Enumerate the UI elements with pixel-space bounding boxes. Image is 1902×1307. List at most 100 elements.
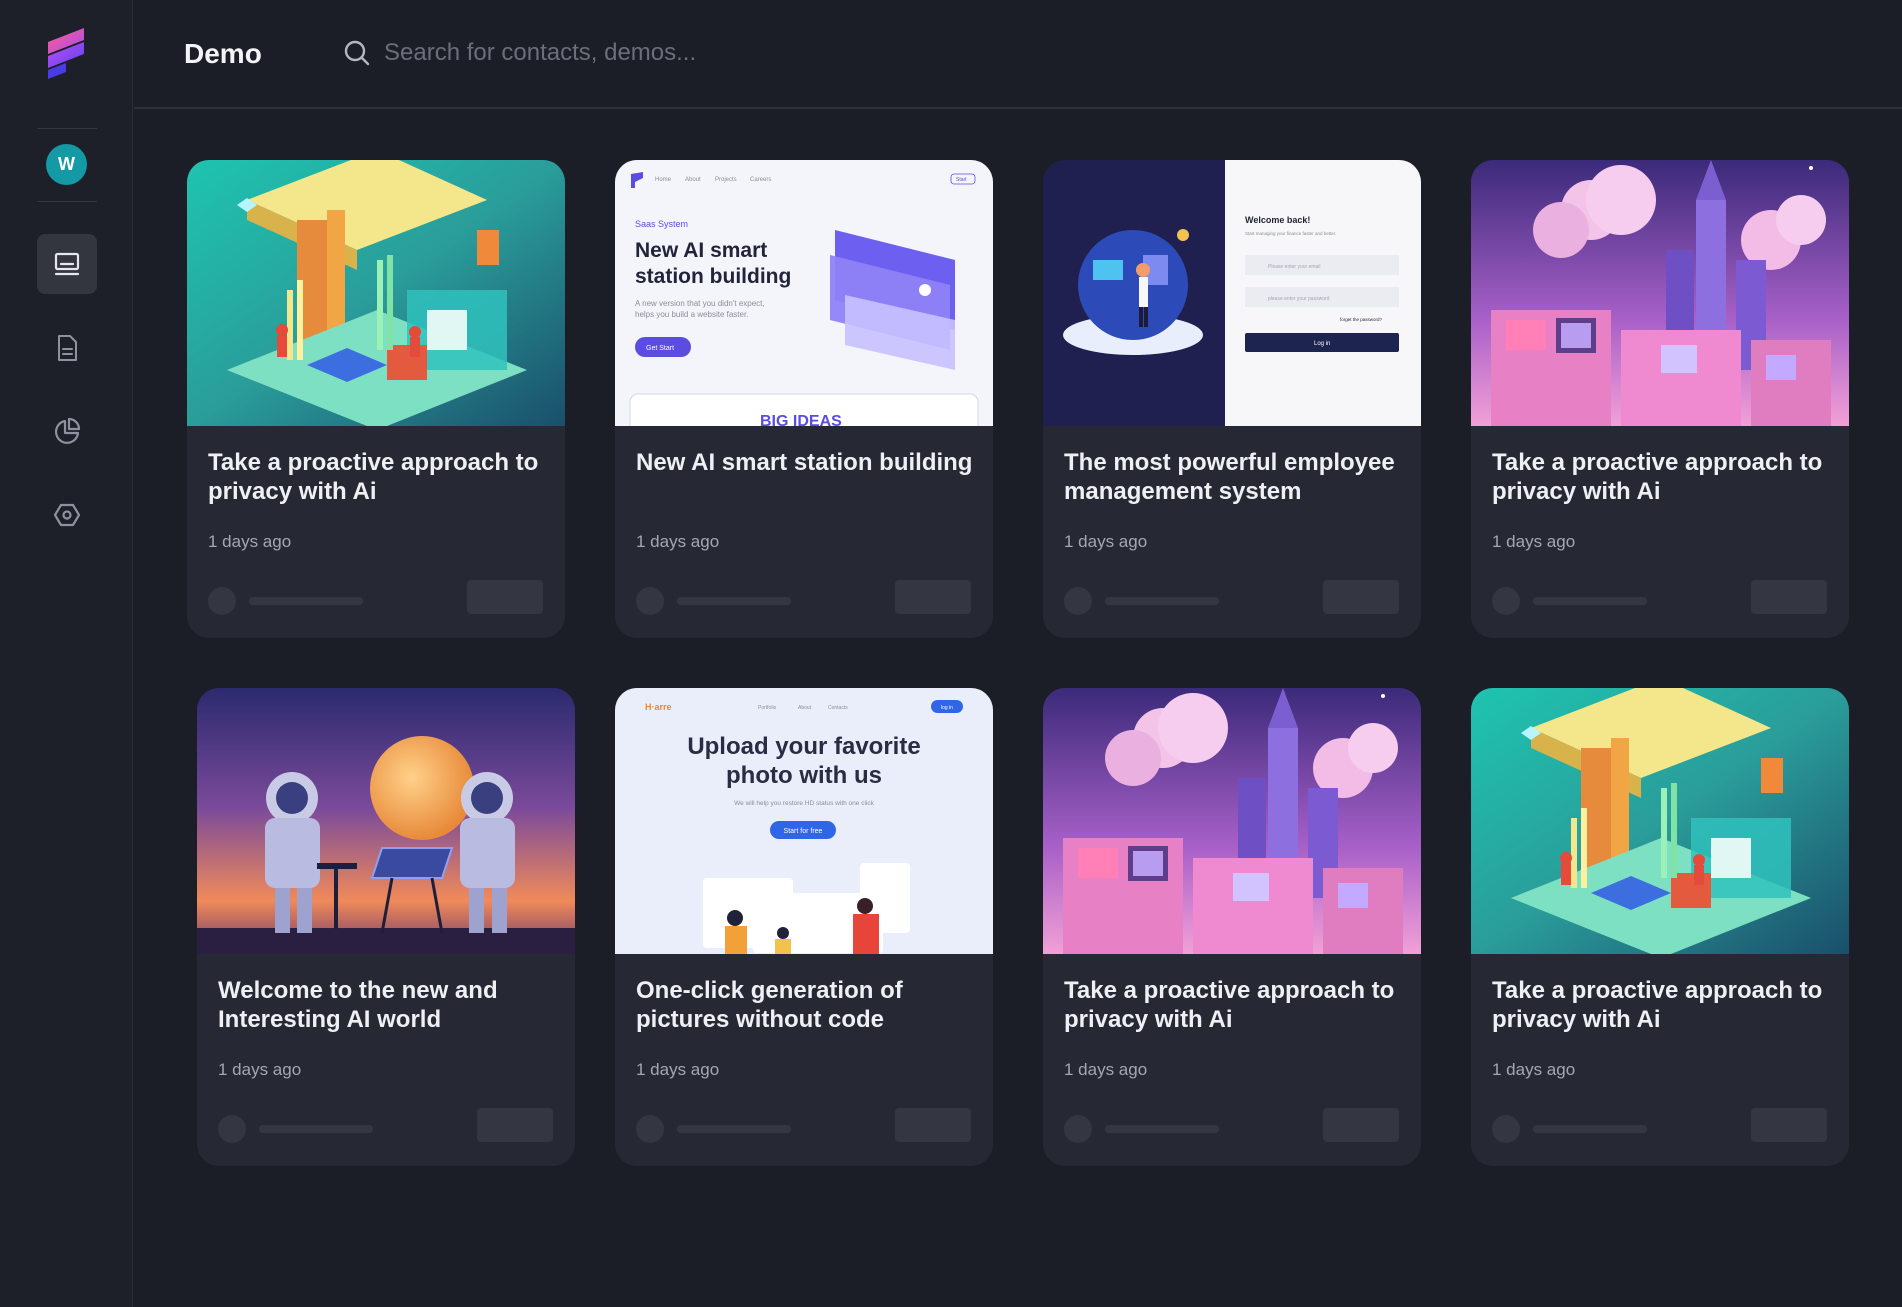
card-title: Take a proactive approach to privacy wit…: [208, 449, 539, 505]
author-name-placeholder: [677, 597, 791, 605]
thumb-sub: We will help you restore HD status with …: [734, 800, 874, 807]
thumb-login: log in: [941, 705, 953, 711]
demo-card[interactable]: Home About Projects Careers Start Saas S…: [615, 160, 993, 638]
pink-city-illustration-image: [1471, 160, 1849, 426]
thumb-nav-start: Start: [956, 177, 967, 183]
saas-landing-preview-image: Home About Projects Careers Start Saas S…: [615, 160, 993, 426]
card-thumbnail: H·arre Portfolio About Contacts log in U…: [615, 688, 993, 954]
thumb-nav-contacts: Contacts: [828, 705, 848, 711]
thumb-forgot-link: forget the password?: [1340, 317, 1383, 322]
nav-item-analytics[interactable]: [37, 401, 97, 461]
card-timestamp: 1 days ago: [1492, 532, 1576, 551]
author-avatar-placeholder: [636, 1115, 664, 1143]
sidebar-divider: [37, 128, 97, 129]
card-title: New AI smart station building: [636, 449, 973, 476]
thumb-cta: Start for free: [784, 828, 823, 835]
document-icon: [58, 335, 77, 361]
sidebar: W: [0, 0, 133, 1307]
card-title: Welcome to the new and Interesting AI wo…: [218, 977, 498, 1033]
thumb-email-placeholder: Please enter your email: [1268, 264, 1321, 270]
card-action-placeholder[interactable]: [1751, 1108, 1827, 1142]
thumb-login-sub: Start managing your finance faster and b…: [1245, 231, 1336, 236]
thumb-nav-about: About: [685, 177, 701, 183]
demo-card[interactable]: Take a proactive approach to privacy wit…: [1471, 688, 1849, 1166]
author-name-placeholder: [677, 1125, 791, 1133]
card-timestamp: 1 days ago: [208, 532, 292, 551]
author-name-placeholder: [259, 1125, 373, 1133]
card-thumbnail: Home About Projects Careers Start Saas S…: [615, 160, 993, 426]
card-thumbnail: Welcome back! Start managing your financ…: [1043, 160, 1421, 426]
pink-city-illustration-image: [1043, 688, 1421, 954]
thumb-headline-1: New AI smart: [635, 239, 767, 262]
thumb-nav-about: About: [798, 705, 812, 711]
card-thumbnail: [187, 160, 565, 426]
demo-card[interactable]: Welcome back! Start managing your financ…: [1043, 160, 1421, 638]
nav-item-demos[interactable]: [37, 234, 97, 294]
thumb-cta: Get Start: [646, 345, 674, 352]
card-title: Take a proactive approach to privacy wit…: [1492, 449, 1823, 505]
card-title: Take a proactive approach to privacy wit…: [1492, 977, 1823, 1033]
demo-card[interactable]: Take a proactive approach to privacy wit…: [1043, 688, 1421, 1166]
app-logo[interactable]: [44, 26, 90, 80]
author-avatar-placeholder: [218, 1115, 246, 1143]
thumb-nav-portfolio: Portfolio: [758, 705, 777, 711]
search-icon[interactable]: [342, 38, 372, 68]
nav-item-settings[interactable]: [37, 485, 97, 545]
upload-landing-preview-image: H·arre Portfolio About Contacts log in U…: [615, 688, 993, 954]
card-timestamp: 1 days ago: [1064, 532, 1148, 551]
nav-item-documents[interactable]: [37, 318, 97, 378]
card-action-placeholder[interactable]: [895, 1108, 971, 1142]
top-bar: Demo: [134, 0, 1902, 109]
thumb-login-button: Log in: [1314, 341, 1330, 347]
pie-chart-icon: [55, 417, 81, 444]
thumb-headline-2: station building: [635, 265, 791, 288]
card-title: Take a proactive approach to privacy wit…: [1064, 977, 1395, 1033]
settings-hexagon-icon: [53, 503, 81, 527]
card-thumbnail: [197, 688, 575, 954]
thumb-sub-2: helps you build a website faster.: [635, 310, 748, 319]
author-avatar-placeholder: [208, 587, 236, 615]
user-avatar[interactable]: W: [46, 144, 87, 185]
thumb-sub-1: A new version that you didn't expect,: [635, 299, 765, 308]
card-action-placeholder[interactable]: [467, 580, 543, 614]
thumb-login-heading: Welcome back!: [1245, 215, 1310, 225]
isometric-illustration-image: [1471, 688, 1849, 954]
card-timestamp: 1 days ago: [1492, 1060, 1576, 1079]
author-avatar-placeholder: [1492, 587, 1520, 615]
author-avatar-placeholder: [636, 587, 664, 615]
card-action-placeholder[interactable]: [1751, 580, 1827, 614]
card-action-placeholder[interactable]: [477, 1108, 553, 1142]
thumb-headline-2: photo with us: [726, 762, 882, 789]
avatar-initial: W: [58, 154, 75, 174]
search-input[interactable]: [384, 33, 984, 73]
author-name-placeholder: [1533, 1125, 1647, 1133]
thumb-nav-projects: Projects: [715, 177, 737, 183]
card-timestamp: 1 days ago: [218, 1060, 302, 1079]
thumb-brand: H·arre: [645, 702, 672, 712]
demo-card[interactable]: H·arre Portfolio About Contacts log in U…: [615, 688, 993, 1166]
monitor-icon: [54, 252, 80, 276]
card-action-placeholder[interactable]: [1323, 1108, 1399, 1142]
card-title: The most powerful employee management sy…: [1064, 449, 1395, 505]
demo-card[interactable]: Take a proactive approach to privacy wit…: [1471, 160, 1849, 638]
demo-card[interactable]: Take a proactive approach to privacy wit…: [187, 160, 565, 638]
demo-card[interactable]: Welcome to the new and Interesting AI wo…: [197, 688, 575, 1166]
author-avatar-placeholder: [1064, 587, 1092, 615]
card-action-placeholder[interactable]: [895, 580, 971, 614]
card-thumbnail: [1471, 688, 1849, 954]
card-title: One-click generation of pictures without…: [636, 977, 903, 1033]
astronauts-illustration-image: [197, 688, 575, 954]
author-name-placeholder: [1105, 597, 1219, 605]
thumb-nav-home: Home: [655, 177, 672, 183]
sidebar-divider: [37, 201, 97, 202]
page-title: Demo: [184, 38, 262, 69]
card-timestamp: 1 days ago: [1064, 1060, 1148, 1079]
card-thumbnail: [1471, 160, 1849, 426]
card-timestamp: 1 days ago: [636, 532, 720, 551]
card-action-placeholder[interactable]: [1323, 580, 1399, 614]
author-name-placeholder: [1533, 597, 1647, 605]
card-thumbnail: [1043, 688, 1421, 954]
author-avatar-placeholder: [1064, 1115, 1092, 1143]
thumb-kicker: Saas System: [635, 219, 688, 229]
thumb-banner: BIG IDEAS: [760, 413, 842, 426]
